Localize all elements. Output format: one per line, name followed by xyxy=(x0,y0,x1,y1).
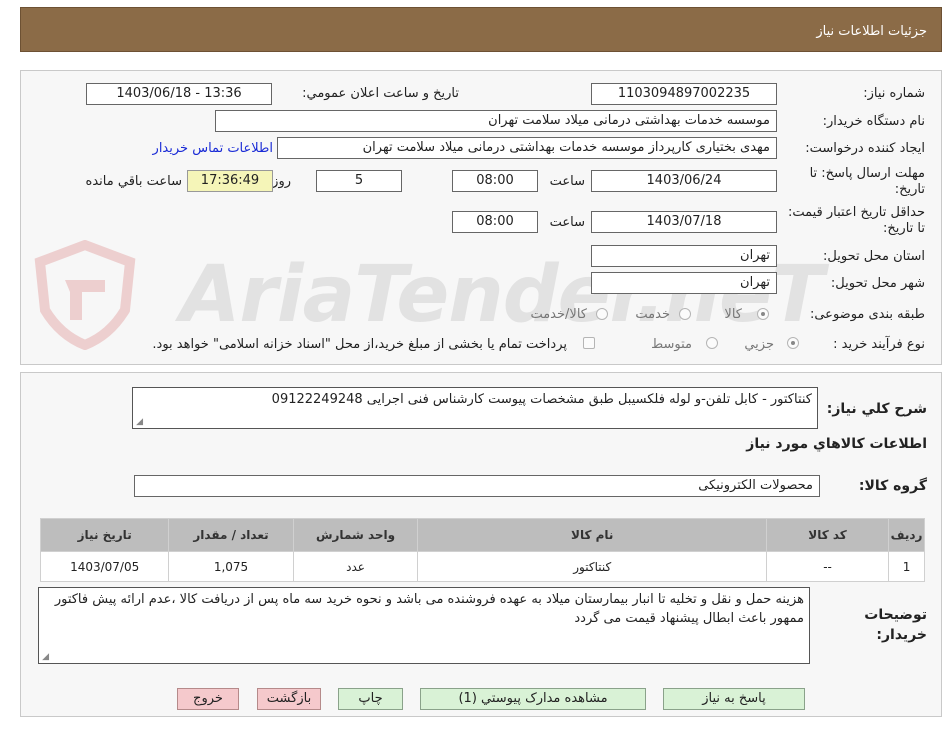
process-medium-radio[interactable] xyxy=(706,337,718,349)
goods-group-label: گروه کالا: xyxy=(858,478,927,494)
cell-name: کنتاکتور xyxy=(417,551,768,582)
buyer-notes-textarea[interactable]: هزینه حمل و نقل و تخلیه تا انبار بیمارست… xyxy=(38,587,810,664)
city-label: شهر محل تحویل: xyxy=(830,276,925,291)
description-textarea[interactable]: کنتاکتور - کابل تلفن-و لوله فلکسیبل طبق … xyxy=(132,387,818,429)
buyer-notes-label: توضیحات خریدار: xyxy=(864,607,927,643)
cell-row-number: 1 xyxy=(888,551,925,582)
province-label: استان محل تحویل: xyxy=(823,249,925,264)
category-both-label: کالا/خدمت xyxy=(530,307,587,322)
col-header-unit: واحد شمارش xyxy=(292,518,419,552)
print-button[interactable]: چاپ xyxy=(338,688,403,710)
process-label: نوع فرآیند خرید : xyxy=(833,337,925,352)
cell-quantity: 1,075 xyxy=(168,551,294,582)
col-header-code: کد کالا xyxy=(766,518,890,552)
page-title: جزئیات اطلاعات نیاز xyxy=(816,24,927,39)
province-field: تهران xyxy=(591,245,777,267)
deadline-date-field: 1403/06/24 xyxy=(591,170,777,192)
requester-field: مهدی بختیاری کارپرداز موسسه خدمات بهداشت… xyxy=(277,137,777,159)
buyer-notes-text: هزینه حمل و نقل و تخلیه تا انبار بیمارست… xyxy=(54,592,804,626)
col-header-quantity: تعداد / مقدار xyxy=(168,518,294,552)
buyer-org-label: نام دستگاه خریدار: xyxy=(822,114,925,129)
description-label: شرح کلي نیاز: xyxy=(826,401,927,417)
process-minor-label: جزیي xyxy=(744,337,774,352)
page-header: جزئیات اطلاعات نیاز xyxy=(20,7,942,52)
view-attachments-button[interactable]: مشاهده مدارک پیوستي (1) xyxy=(420,688,646,710)
col-header-row-number: ردیف xyxy=(888,518,925,552)
category-service-radio[interactable] xyxy=(679,308,691,320)
table-row: 1 -- کنتاکتور عدد 1,075 1403/07/05 xyxy=(39,551,925,582)
deadline-time-field: 08:00 xyxy=(452,170,538,192)
reply-button[interactable]: پاسخ به نیاز xyxy=(663,688,805,710)
buyer-org-field: موسسه خدمات بهداشتی درمانی میلاد سلامت ت… xyxy=(215,110,777,132)
city-field: تهران xyxy=(591,272,777,294)
time-remaining-label: ساعت باقي مانده xyxy=(85,174,182,189)
resize-grip-icon[interactable]: ◢ xyxy=(135,418,143,427)
exit-button[interactable]: خروج xyxy=(177,688,239,710)
need-number-label: شماره نیاز: xyxy=(863,86,925,101)
process-medium-label: متوسط xyxy=(651,337,692,352)
validity-time-label: ساعت xyxy=(549,215,585,230)
category-service-label: خدمت xyxy=(635,307,670,322)
cell-unit: عدد xyxy=(292,551,419,582)
validity-label: حداقل تاریخ اعتبار قیمت: تا تاریخ: xyxy=(787,205,925,236)
goods-section-title: اطلاعات کالاهاي مورد نیاز xyxy=(746,436,927,452)
col-header-name: نام کالا xyxy=(417,518,768,552)
validity-time-field: 08:00 xyxy=(452,211,538,233)
cell-code: -- xyxy=(766,551,890,582)
col-header-need-date: تاریخ نیاز xyxy=(39,518,170,552)
need-number-field: 1103094897002235 xyxy=(591,83,777,105)
category-goods-label: کالا xyxy=(724,307,742,322)
announce-field: 1403/06/18 - 13:36 xyxy=(86,83,272,105)
description-text: کنتاکتور - کابل تلفن-و لوله فلکسیبل طبق … xyxy=(271,392,812,407)
process-minor-radio[interactable] xyxy=(787,337,799,349)
category-label: طبقه بندی موضوعی: xyxy=(809,307,925,322)
deadline-time-label: ساعت xyxy=(549,174,585,189)
cell-need-date: 1403/07/05 xyxy=(39,551,170,582)
requester-label: ایجاد کننده درخواست: xyxy=(805,141,925,156)
buyer-contact-link[interactable]: اطلاعات تماس خریدار xyxy=(153,141,273,156)
time-remaining-field: 17:36:49 xyxy=(187,170,273,192)
resize-grip-icon[interactable]: ◢ xyxy=(41,653,49,662)
category-goods-radio[interactable] xyxy=(757,308,769,320)
announce-label: تاریخ و ساعت اعلان عمومي: xyxy=(302,86,459,101)
goods-table: ردیف کد کالا نام کالا واحد شمارش تعداد /… xyxy=(39,518,925,582)
days-remaining-field: 5 xyxy=(316,170,402,192)
category-both-radio[interactable] xyxy=(596,308,608,320)
validity-date-field: 1403/07/18 xyxy=(591,211,777,233)
back-button[interactable]: بازگشت xyxy=(257,688,321,710)
table-header-row: ردیف کد کالا نام کالا واحد شمارش تعداد /… xyxy=(39,518,925,552)
deadline-label: مهلت ارسال پاسخ: تا تاریخ: xyxy=(809,166,925,197)
payment-note: پرداخت تمام یا بخشی از مبلغ خرید،از محل … xyxy=(152,337,567,352)
goods-group-field: محصولات الکترونیکی xyxy=(134,475,820,497)
payment-treasury-checkbox[interactable] xyxy=(583,337,595,349)
